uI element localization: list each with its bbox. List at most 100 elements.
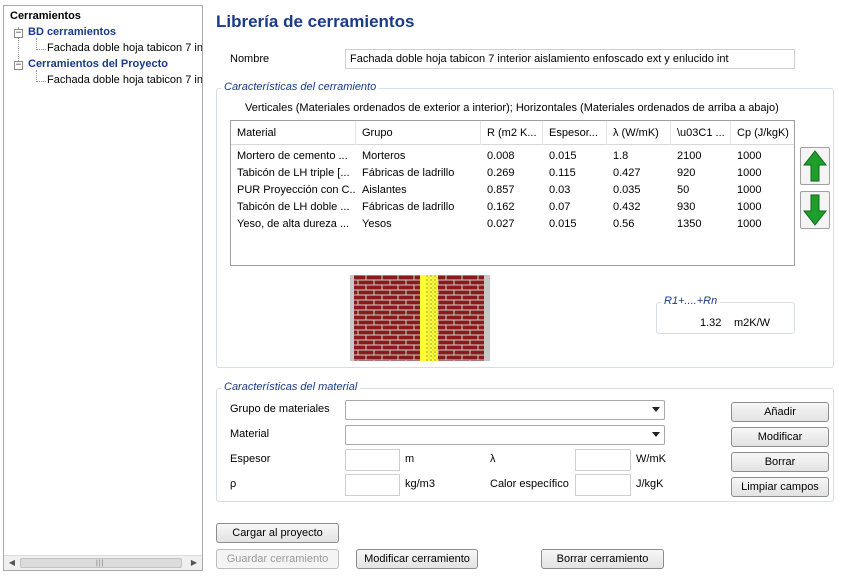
calor-especifico-unit: J/kgK <box>636 478 664 490</box>
cell-grupo: Morteros <box>362 150 406 162</box>
cell-espesor: 0.115 <box>549 167 576 179</box>
cargar-proyecto-button[interactable]: Cargar al proyecto <box>216 523 339 543</box>
r-total-unit: m2K/W <box>734 317 771 329</box>
move-up-button[interactable] <box>800 147 830 185</box>
cell-grupo: Aislantes <box>362 184 407 196</box>
table-row[interactable]: Tabicón de LH doble ... Fábricas de ladr… <box>231 199 794 216</box>
cell-espesor: 0.07 <box>549 201 571 213</box>
move-down-button[interactable] <box>800 191 830 229</box>
collapse-icon[interactable]: − <box>14 29 23 38</box>
cell-r: 0.857 <box>487 184 515 196</box>
nombre-field[interactable]: Fachada doble hoja tabicon 7 interior ai… <box>345 49 795 69</box>
rho-input[interactable] <box>345 474 400 496</box>
tree-root[interactable]: Cerramientos <box>10 10 81 22</box>
tree-item-bd-fachada[interactable]: Fachada doble hoja tabicon 7 int <box>47 42 202 54</box>
cell-espesor: 0.015 <box>549 218 577 230</box>
cerramiento-legend: Características del cerramiento <box>221 81 380 93</box>
cell-r: 0.269 <box>487 167 515 179</box>
cell-r: 0.027 <box>487 218 515 230</box>
column-header-lambda[interactable]: λ (W/mK) <box>607 121 671 145</box>
cell-material: PUR Proyección con C... <box>237 184 356 196</box>
green-arrow-up-icon <box>802 150 828 182</box>
r-total-legend: R1+....+Rn <box>661 295 721 307</box>
column-header-grupo[interactable]: Grupo <box>356 121 481 145</box>
cell-material: Mortero de cemento ... <box>237 150 348 162</box>
page-title: Librería de cerramientos <box>216 12 415 31</box>
r-total-value: 1.32 <box>700 317 722 329</box>
lambda-label: λ <box>490 453 496 465</box>
cell-cp: 1000 <box>737 150 762 162</box>
green-arrow-down-icon <box>802 194 828 226</box>
chevron-down-icon <box>652 407 660 412</box>
cell-cp: 1000 <box>737 218 762 230</box>
tree-item-bd-cerramientos[interactable]: BD cerramientos <box>28 26 116 38</box>
cell-cp: 1000 <box>737 201 762 213</box>
column-header-espesor[interactable]: Espesor... <box>543 121 607 145</box>
chevron-down-icon <box>652 432 660 437</box>
material-label: Material <box>230 428 270 440</box>
borrar-material-button[interactable]: Borrar <box>731 452 829 472</box>
grupo-materiales-select[interactable] <box>345 400 665 420</box>
cell-material: Tabicón de LH triple [... <box>237 167 350 179</box>
limpiar-campos-button[interactable]: Limpiar campos <box>731 477 829 497</box>
cell-lambda: 1.8 <box>613 150 629 162</box>
cell-espesor: 0.03 <box>549 184 571 196</box>
table-row[interactable]: PUR Proyección con C... Aislantes 0.857 … <box>231 182 794 199</box>
cell-grupo: Fábricas de ladrillo <box>362 167 455 179</box>
calor-especifico-input[interactable] <box>575 474 631 496</box>
horizontal-scrollbar[interactable]: ◀ ||| ▶ <box>4 555 202 570</box>
cell-cp: 1000 <box>737 167 762 179</box>
espesor-unit: m <box>405 453 415 465</box>
table-header: Material Grupo R (m2 K... Espesor... λ (… <box>231 121 794 145</box>
cell-material: Tabicón de LH doble ... <box>237 201 350 213</box>
cell-rho: 1350 <box>677 218 702 230</box>
calor-especifico-label: Calor específico <box>490 478 569 490</box>
cell-rho: 2100 <box>677 150 702 162</box>
cell-rho: 920 <box>677 167 696 179</box>
modificar-material-button[interactable]: Modificar <box>731 427 829 447</box>
tree-panel[interactable]: Cerramientos − BD cerramientos Fachada d… <box>3 5 203 571</box>
espesor-input[interactable] <box>345 449 400 471</box>
anadir-button[interactable]: Añadir <box>731 402 829 422</box>
ordering-note: Verticales (Materiales ordenados de exte… <box>245 102 779 114</box>
cell-cp: 1000 <box>737 184 762 196</box>
cell-espesor: 0.015 <box>549 150 577 162</box>
rho-unit: kg/m3 <box>405 478 435 490</box>
espesor-label: Espesor <box>230 453 271 465</box>
material-select[interactable] <box>345 425 665 445</box>
cell-rho: 930 <box>677 201 696 213</box>
cell-material: Yeso, de alta dureza ... <box>237 218 350 230</box>
table-row[interactable]: Yeso, de alta dureza ... Yesos 0.027 0.0… <box>231 216 794 233</box>
table-row[interactable]: Mortero de cemento ... Morteros 0.008 0.… <box>231 148 794 165</box>
scroll-right-icon[interactable]: ▶ <box>187 557 201 569</box>
nombre-label: Nombre <box>230 53 270 65</box>
modificar-cerramiento-button[interactable]: Modificar cerramiento <box>356 549 478 569</box>
borrar-cerramiento-button[interactable]: Borrar cerramiento <box>541 549 664 569</box>
guardar-cerramiento-button[interactable]: Guardar cerramiento <box>216 549 339 569</box>
lambda-unit: W/mK <box>636 453 666 465</box>
scroll-left-icon[interactable]: ◀ <box>5 557 19 569</box>
tree-connector <box>36 81 46 82</box>
lambda-input[interactable] <box>575 449 631 471</box>
tree-item-cerramientos-proyecto[interactable]: Cerramientos del Proyecto <box>28 58 168 70</box>
cell-r: 0.162 <box>487 201 515 213</box>
tree-connector <box>36 49 46 50</box>
cell-grupo: Fábricas de ladrillo <box>362 201 455 213</box>
rho-label: ρ <box>230 478 237 490</box>
cell-lambda: 0.427 <box>613 167 641 179</box>
cell-lambda: 0.035 <box>613 184 641 196</box>
cell-lambda: 0.432 <box>613 201 641 213</box>
column-header-rho[interactable]: \u03C1 ... <box>671 121 731 145</box>
layers-table[interactable]: Material Grupo R (m2 K... Espesor... λ (… <box>230 120 795 266</box>
cell-lambda: 0.56 <box>613 218 635 230</box>
column-header-r[interactable]: R (m2 K... <box>481 121 543 145</box>
tree-item-proyecto-fachada[interactable]: Fachada doble hoja tabicon 7 int <box>47 74 202 86</box>
grupo-materiales-label: Grupo de materiales <box>230 403 330 415</box>
collapse-icon[interactable]: − <box>14 61 23 70</box>
column-header-material[interactable]: Material <box>231 121 356 145</box>
table-row[interactable]: Tabicón de LH triple [... Fábricas de la… <box>231 165 794 182</box>
cell-rho: 50 <box>677 184 690 196</box>
material-legend: Características del material <box>221 381 361 393</box>
cell-r: 0.008 <box>487 150 515 162</box>
column-header-cp[interactable]: Cp (J/kgK) <box>731 121 794 145</box>
